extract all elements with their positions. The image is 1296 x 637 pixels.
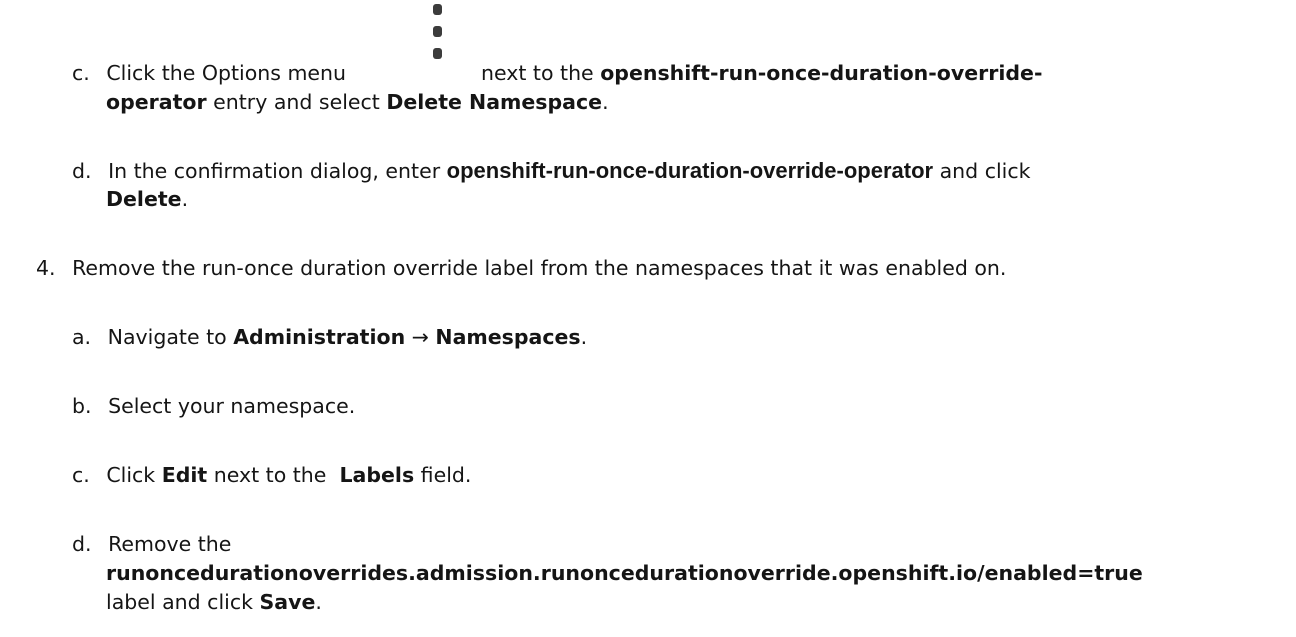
step-text: Remove the run-once duration override la…: [72, 256, 1007, 280]
step-text: label and click: [106, 590, 260, 614]
list-marker: b.: [72, 394, 92, 418]
operator-name: openshift-run-once-duration-override-ope…: [446, 158, 934, 183]
save-label: Save: [259, 590, 316, 614]
edit-label: Edit: [161, 463, 208, 487]
step-d-remove-line1: d. Remove the: [72, 529, 231, 559]
delete-label: Delete: [106, 187, 182, 211]
step-text: and click: [933, 159, 1031, 183]
step-text: entry and select: [206, 90, 387, 114]
step-c-edit-line: c. Click Edit next to the Labels field.: [72, 460, 471, 490]
step-text: Select your namespace.: [108, 394, 356, 418]
step-c-options-line2: operator entry and select Delete Namespa…: [106, 90, 609, 114]
step-text: next to the: [207, 463, 340, 487]
operator-name-cont: operator: [106, 90, 207, 114]
list-marker: a.: [72, 325, 92, 349]
label-key-value: runoncedurationoverrides.admission.runon…: [106, 561, 1143, 585]
step-text: Remove the: [108, 532, 232, 556]
delete-namespace-label: Delete Namespace: [386, 90, 603, 114]
list-marker: c.: [72, 61, 90, 85]
arrow-glyph: →: [405, 325, 436, 349]
step-4-line: 4. Remove the run-once duration override…: [36, 253, 1006, 283]
step-b-select-line: b. Select your namespace.: [72, 391, 355, 421]
namespaces-label: Namespaces: [435, 325, 581, 349]
step-text: In the confirmation dialog, enter: [108, 159, 447, 183]
list-marker: 4.: [36, 256, 56, 280]
step-c-options-line1b: next to the openshift-run-once-duration-…: [481, 58, 1042, 88]
step-d-confirm-line2: Delete.: [106, 187, 189, 211]
step-d-confirm-line1: d. In the confirmation dialog, enter ope…: [72, 156, 1031, 186]
list-marker: c.: [72, 463, 90, 487]
list-marker: d.: [72, 532, 92, 556]
operator-name: openshift-run-once-duration-override-: [600, 61, 1043, 85]
kebab-icon: [433, 4, 443, 60]
step-text: field.: [414, 463, 472, 487]
step-d-remove-line2: runoncedurationoverrides.admission.runon…: [106, 558, 1143, 588]
step-text: Click: [106, 463, 162, 487]
administration-label: Administration: [233, 325, 406, 349]
step-d-remove-line3: label and click Save.: [106, 590, 322, 614]
list-marker: d.: [72, 159, 92, 183]
step-text: Navigate to: [107, 325, 234, 349]
step-text: next to the: [481, 61, 601, 85]
step-c-options-line1: c. Click the Options menu: [72, 58, 346, 88]
step-a-navigate-line: a. Navigate to Administration → Namespac…: [72, 325, 588, 349]
labels-label: Labels: [339, 463, 415, 487]
step-text: Click the Options menu: [106, 61, 347, 85]
